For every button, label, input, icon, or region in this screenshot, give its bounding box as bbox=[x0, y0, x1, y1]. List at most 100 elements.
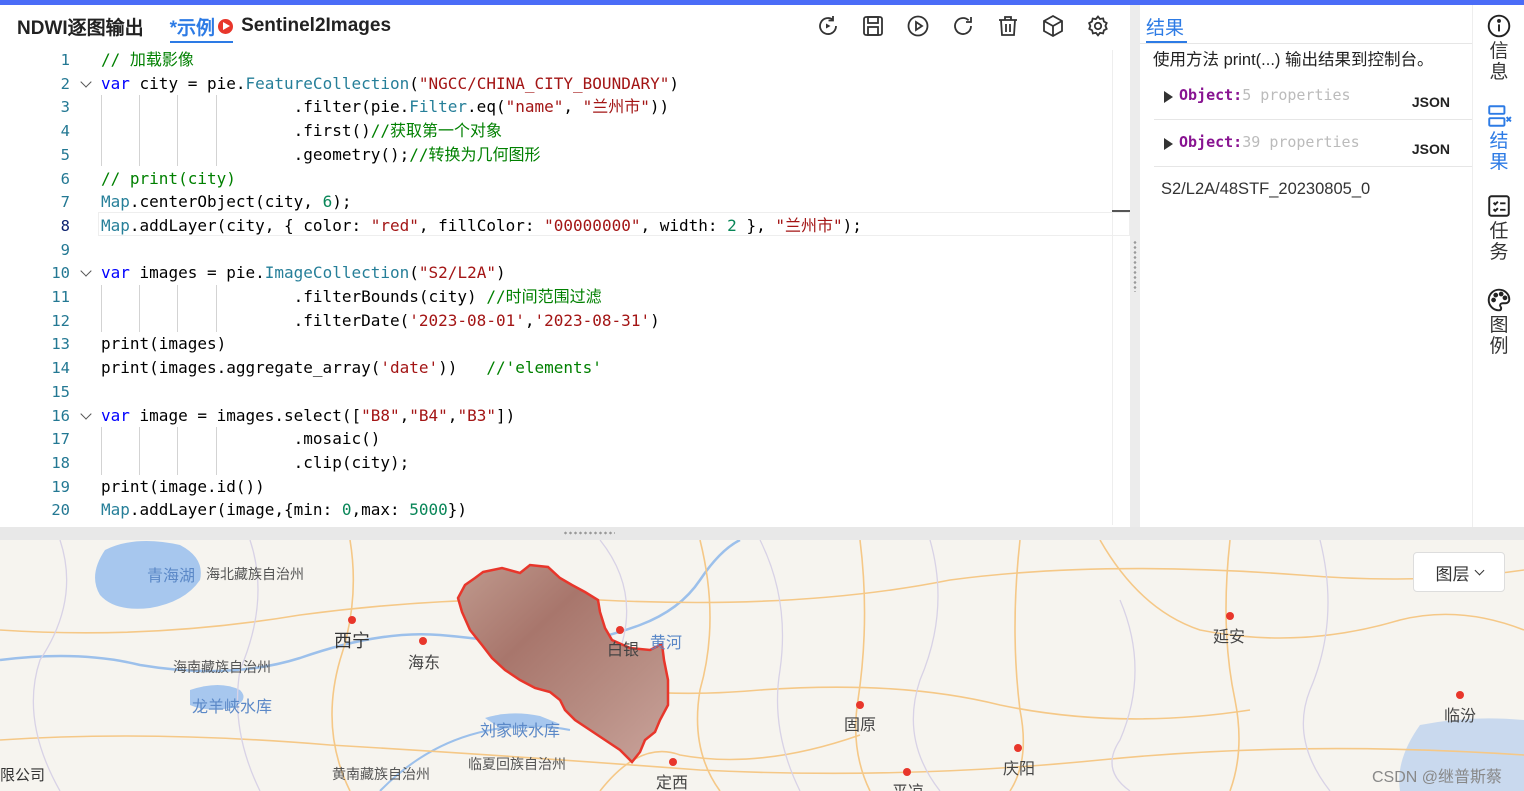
expand-arrow-icon[interactable] bbox=[1164, 91, 1173, 103]
tab-results[interactable]: 结果 bbox=[1146, 13, 1184, 40]
code-line[interactable]: 19 print(image.id()) bbox=[0, 475, 1114, 499]
rail-item-results[interactable]: 结果 bbox=[1473, 103, 1524, 173]
rail-label: 图例 bbox=[1489, 315, 1509, 357]
property-count: 5 bbox=[1242, 86, 1252, 104]
indent-guide bbox=[139, 285, 140, 333]
map-label-linfen: 临汾 bbox=[1444, 708, 1477, 725]
map-label-pingliang: 平凉 bbox=[892, 778, 924, 791]
rail-label: 结果 bbox=[1489, 131, 1509, 173]
code-line[interactable]: 7 Map.centerObject(city, 6); bbox=[0, 190, 1114, 214]
code-line[interactable]: 13 print(images) bbox=[0, 332, 1114, 356]
json-button[interactable]: JSON bbox=[1412, 94, 1450, 110]
map-label-liujiaxia: 刘家峡水库 bbox=[480, 723, 561, 740]
indent-guide bbox=[216, 95, 217, 167]
map-label-longyangxia: 龙羊峡水库 bbox=[192, 699, 273, 716]
package-icon bbox=[1042, 14, 1063, 38]
code-line[interactable]: 15 bbox=[0, 380, 1114, 404]
code-line[interactable]: 12 .filterDate('2023-08-01','2023-08-31'… bbox=[0, 309, 1114, 333]
reload-button[interactable] bbox=[946, 11, 979, 41]
package-button[interactable] bbox=[1036, 11, 1069, 41]
line-number: 16 bbox=[51, 406, 70, 425]
code-line[interactable]: 5 .geometry();//转换为几何图形 bbox=[0, 143, 1114, 167]
legend-icon bbox=[1487, 288, 1511, 312]
code-text: var city = pie.FeatureCollection("NGCC/C… bbox=[101, 73, 679, 93]
save-button[interactable] bbox=[856, 11, 889, 41]
json-button[interactable]: JSON bbox=[1412, 141, 1450, 157]
code-text: Map.addLayer(city, { color: "red", fillC… bbox=[101, 215, 862, 235]
code-line[interactable]: 14 print(images.aggregate_array('date')) … bbox=[0, 356, 1114, 380]
line-number: 8 bbox=[60, 216, 70, 235]
code-line[interactable]: 1 // 加载影像 bbox=[0, 48, 1114, 72]
rail-label: 任务 bbox=[1489, 221, 1509, 263]
line-number: 3 bbox=[60, 98, 70, 117]
indent-guide bbox=[216, 427, 217, 475]
rail-item-info[interactable]: 信息 bbox=[1473, 13, 1524, 83]
result-row[interactable]: Object:39 properties JSON bbox=[1154, 121, 1472, 167]
line-number: 2 bbox=[60, 74, 70, 93]
settings-icon bbox=[1087, 15, 1108, 37]
attribution-text: 限公司 bbox=[0, 767, 46, 784]
code-text: .clip(city); bbox=[101, 452, 410, 472]
run-icon bbox=[907, 15, 928, 37]
indent-guide bbox=[177, 95, 178, 167]
code-line[interactable]: 4 .first()//获取第一个对象 bbox=[0, 119, 1114, 143]
results-pane: 结果 使用方法 print(...) 输出结果到控制台。 Object:5 pr… bbox=[1140, 5, 1472, 527]
expand-arrow-icon[interactable] bbox=[1164, 138, 1173, 150]
code-line[interactable]: 8 Map.addLayer(city, { color: "red", fill… bbox=[0, 214, 1114, 238]
settings-button[interactable] bbox=[1081, 11, 1114, 41]
code-area[interactable]: 1 // 加载影像 2 var city = pie.FeatureCollectio… bbox=[0, 45, 1130, 527]
map-label-yanan: 延安 bbox=[1213, 629, 1246, 646]
code-line[interactable]: 9 bbox=[0, 238, 1114, 262]
map-label-haidong: 海东 bbox=[408, 655, 441, 672]
code-editor-pane: NDWI逐图输出 *示例 Sentinel2Images 1 // 加载影像 2… bbox=[0, 5, 1130, 527]
code-line[interactable]: 17 .mosaic() bbox=[0, 427, 1114, 451]
rail-item-tasks[interactable]: 任务 bbox=[1473, 193, 1524, 263]
script-name: Sentinel2Images bbox=[241, 15, 392, 36]
code-line[interactable]: 2 var city = pie.FeatureCollection("NGCC/… bbox=[0, 72, 1114, 96]
map-label-linxia: 临夏回族自治州 bbox=[468, 756, 566, 772]
code-line[interactable]: 10 var images = pie.ImageCollection("S2/L… bbox=[0, 261, 1114, 285]
tab-example[interactable]: *示例 bbox=[169, 5, 234, 47]
code-line[interactable]: 16 var image = images.select(["B8","B4","… bbox=[0, 404, 1114, 428]
layers-dropdown-button[interactable]: 图层 bbox=[1413, 552, 1505, 592]
code-line[interactable]: 3 .filter(pie.Filter.eq("name", "兰州市")) bbox=[0, 95, 1114, 119]
splitter-grip-icon bbox=[563, 531, 615, 535]
line-number: 11 bbox=[51, 288, 70, 306]
map-label-dingxi: 定西 bbox=[656, 775, 689, 791]
code-line[interactable]: 18 .clip(city); bbox=[0, 451, 1114, 475]
line-number: 19 bbox=[51, 477, 70, 496]
fold-chevron-icon[interactable] bbox=[79, 404, 95, 428]
delete-button[interactable] bbox=[991, 11, 1024, 41]
code-line[interactable]: 6 // print(city) bbox=[0, 167, 1114, 191]
vertical-splitter[interactable] bbox=[1130, 5, 1140, 527]
fold-chevron-icon[interactable] bbox=[79, 261, 95, 285]
map-label-guyuan: 固原 bbox=[844, 717, 877, 734]
object-label: Object: bbox=[1179, 86, 1243, 104]
reload-icon bbox=[953, 17, 972, 35]
tab-label: *示例 bbox=[169, 17, 216, 39]
run-indicator-icon[interactable] bbox=[218, 18, 234, 34]
indent-guide bbox=[139, 95, 140, 167]
code-text: .filter(pie.Filter.eq("name", "兰州市")) bbox=[101, 97, 670, 117]
map-label-qinghaihu: 青海湖 bbox=[147, 568, 196, 585]
code-line[interactable]: 11 .filterBounds(city) //时间范围过滤 bbox=[0, 285, 1114, 309]
map-label-haibei: 海北藏族自治州 bbox=[206, 566, 304, 582]
result-row[interactable]: Object:5 properties JSON bbox=[1154, 74, 1472, 120]
indent-guide bbox=[177, 285, 178, 333]
code-text: print(image.id()) bbox=[101, 476, 265, 496]
code-text: print(images.aggregate_array('date')) //… bbox=[101, 358, 602, 378]
run-button[interactable] bbox=[901, 11, 934, 41]
map-view[interactable]: 青海湖 海北藏族自治州 西宁 海东 海南藏族自治州 龙羊峡水库 刘家峡水库 临夏… bbox=[0, 540, 1524, 791]
code-text: .geometry();//转换为几何图形 bbox=[101, 144, 541, 164]
map-label-hainan: 海南藏族自治州 bbox=[173, 659, 271, 675]
splitter-grip-icon bbox=[1133, 240, 1137, 292]
horizontal-splitter[interactable] bbox=[0, 527, 1524, 540]
editor-scrollbar[interactable] bbox=[1112, 50, 1130, 525]
line-number: 17 bbox=[51, 430, 70, 449]
rail-item-legend[interactable]: 图例 bbox=[1473, 287, 1524, 357]
app-window: NDWI逐图输出 *示例 Sentinel2Images 1 // 加载影像 2… bbox=[0, 0, 1524, 791]
code-line[interactable]: 20 Map.addLayer(image,{min: 0,max: 5000}) bbox=[0, 498, 1114, 522]
fold-chevron-icon[interactable] bbox=[79, 72, 95, 96]
map-label-qingyang: 庆阳 bbox=[1003, 761, 1036, 778]
refresh-button[interactable] bbox=[811, 11, 844, 41]
